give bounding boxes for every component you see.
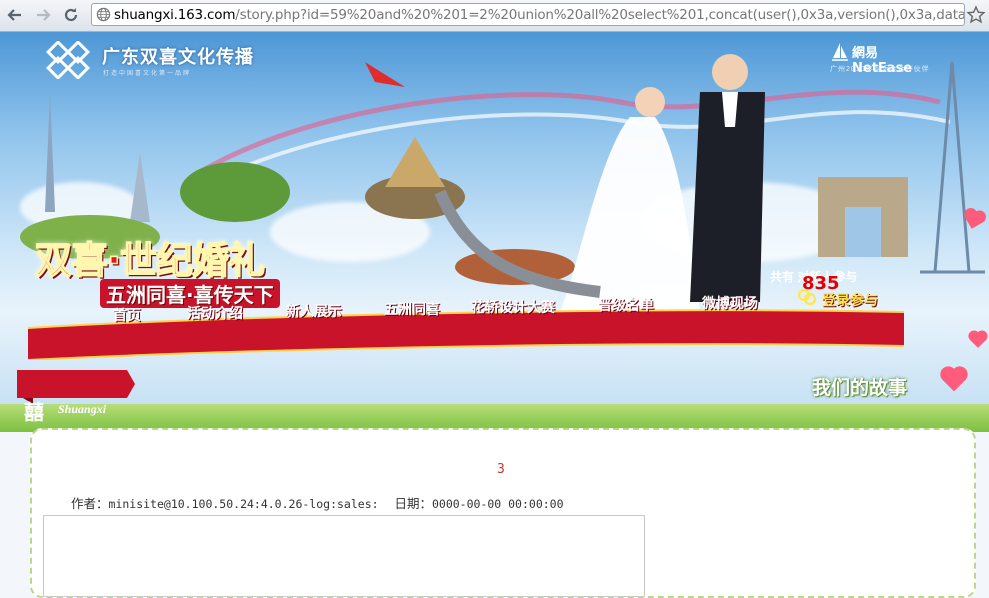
event-banner: 广东双喜文化传播 打造中国喜文化第一品牌 網易 NetEase 广州2010年亚… xyxy=(0,32,989,432)
nav-about[interactable]: 活动介绍 xyxy=(187,303,243,323)
nav-newlyweds[interactable]: 新人展示 xyxy=(286,301,342,321)
company-slogan: 打造中国喜文化第一品牌 xyxy=(103,71,192,77)
back-arrow-icon xyxy=(7,9,21,21)
rings-icon xyxy=(797,288,817,306)
nav-sedan-contest[interactable]: 花轿设计大赛 xyxy=(471,297,555,317)
nav-weibo-live[interactable]: 微博现场 xyxy=(702,293,758,313)
sailboat-icon xyxy=(832,43,848,61)
bookmark-star-icon[interactable] xyxy=(966,5,986,25)
story-meta: 作者：minisite@10.100.50.24:4.0.26-log:sale… xyxy=(71,493,564,512)
date-value: 0000-00-00 00:00:00 xyxy=(431,497,564,511)
partner-tagline: 广州2010年亚运会合作伙伴 xyxy=(830,66,930,73)
reload-icon xyxy=(64,8,78,22)
browser-toolbar: shuangxi.163.com/story.php?id=59%20and%2… xyxy=(0,0,989,32)
section-tag-text: Shuangxi xyxy=(58,402,107,416)
url-text: shuangxi.163.com/story.php?id=59%20and%2… xyxy=(114,7,965,23)
nav-home[interactable]: 首页 xyxy=(113,305,141,325)
date-label: 日期： xyxy=(394,496,432,511)
reload-button[interactable] xyxy=(60,4,82,26)
author-value: minisite@10.100.50.24:4.0.26-log:sales: xyxy=(108,497,379,511)
url-host: shuangxi.163.com xyxy=(114,7,236,23)
partner-logo[interactable]: 網易 NetEase 广州2010年亚运会合作伙伴 xyxy=(830,42,930,78)
double-happiness-char: 囍 xyxy=(24,400,44,424)
author-label: 作者： xyxy=(71,496,109,511)
nav-login-participate[interactable]: 登录参与 xyxy=(822,290,878,310)
story-number: 3 xyxy=(497,462,505,477)
url-path: /story.php?id=59%20and%20%201=2%20union%… xyxy=(235,7,965,23)
section-title: 我们的故事 xyxy=(812,377,908,399)
nav-finalists[interactable]: 晋级名单 xyxy=(598,295,654,315)
nav-five-continents[interactable]: 五洲同喜 xyxy=(384,299,440,319)
forward-arrow-icon xyxy=(37,9,51,21)
address-bar[interactable]: shuangxi.163.com/story.php?id=59%20and%2… xyxy=(91,3,965,26)
story-content-box xyxy=(43,515,645,597)
back-button[interactable] xyxy=(4,4,26,26)
forward-button[interactable] xyxy=(32,4,54,26)
page-info-icon[interactable] xyxy=(96,7,111,22)
nav-ribbon xyxy=(28,309,904,360)
company-logo-icon xyxy=(45,41,91,79)
event-title: 双喜·世纪婚礼 xyxy=(34,238,266,283)
company-name: 广东双喜文化传播 xyxy=(102,47,254,68)
